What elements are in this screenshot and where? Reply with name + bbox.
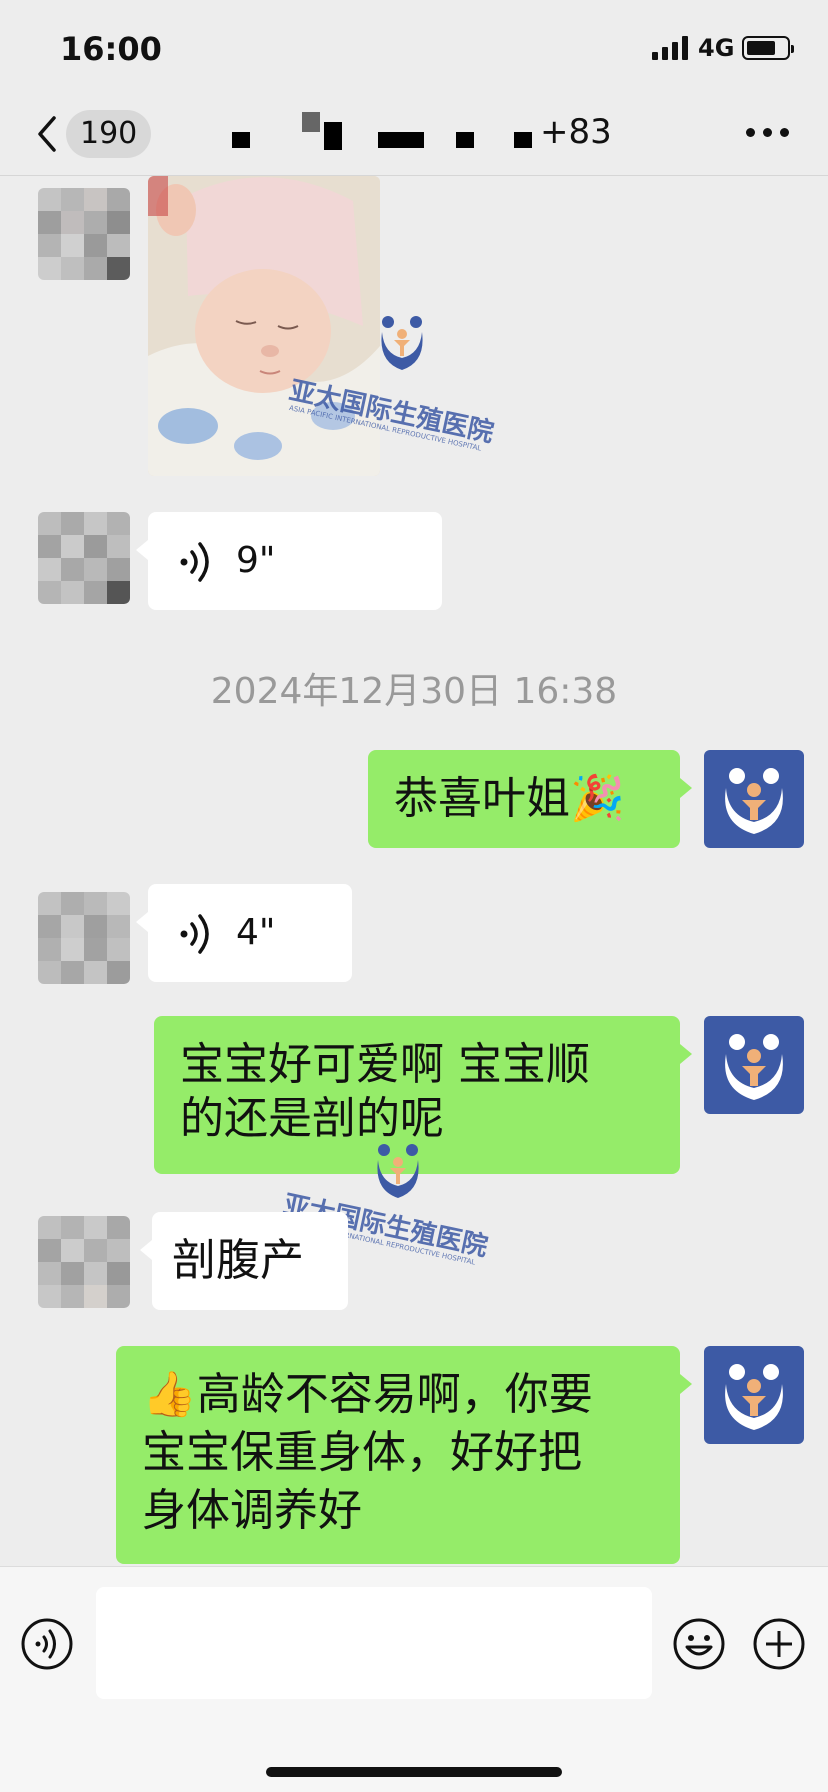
message-text: 剖腹产 bbox=[172, 1235, 304, 1286]
voice-mode-icon[interactable] bbox=[20, 1617, 74, 1671]
message-text-line: 身体调养好 bbox=[142, 1485, 362, 1536]
chat-header: 190 +83 bbox=[0, 100, 828, 176]
message-timestamp: 2024年12月30日 16:38 bbox=[210, 671, 618, 712]
baby-photo-image bbox=[148, 176, 380, 476]
sent-message[interactable]: 恭喜叶姐🎉 bbox=[368, 750, 692, 848]
more-dots-icon[interactable] bbox=[746, 128, 790, 140]
hospital-logo-icon bbox=[725, 1364, 783, 1430]
chevron-left-icon[interactable] bbox=[32, 114, 64, 154]
cellular-signal-icon bbox=[652, 36, 690, 60]
self-avatar[interactable] bbox=[704, 750, 804, 848]
voice-message[interactable]: 9" bbox=[136, 512, 442, 610]
self-avatar[interactable] bbox=[704, 1346, 804, 1444]
message-text-line: 宝宝保重身体，好好把 bbox=[142, 1427, 582, 1478]
chat-title-suffix: +83 bbox=[540, 112, 612, 152]
contact-avatar[interactable] bbox=[38, 892, 130, 984]
clock: 16:00 bbox=[60, 30, 162, 68]
message-text-line: 👍高龄不容易啊，你要 bbox=[142, 1369, 593, 1420]
emoji-icon[interactable] bbox=[672, 1617, 726, 1671]
received-message[interactable]: 剖腹产 bbox=[140, 1212, 348, 1310]
plus-icon[interactable] bbox=[752, 1617, 806, 1671]
message-text: 恭喜叶姐🎉 bbox=[394, 773, 625, 824]
contact-avatar[interactable] bbox=[38, 512, 130, 604]
voice-duration: 9" bbox=[236, 540, 276, 581]
network-type: 4G bbox=[698, 34, 735, 62]
status-bar: 16:00 4G bbox=[0, 0, 828, 100]
voice-wave-icon bbox=[180, 542, 209, 582]
self-avatar[interactable] bbox=[704, 1016, 804, 1114]
chat-title: +83 bbox=[222, 112, 622, 156]
baby-photo-message[interactable] bbox=[148, 176, 380, 476]
unread-count-badge[interactable]: 190 bbox=[66, 110, 152, 158]
voice-message[interactable]: 4" bbox=[136, 884, 352, 982]
home-indicator bbox=[266, 1767, 562, 1777]
message-text-line: 的还是剖的呢 bbox=[180, 1093, 444, 1144]
chat-screen: 16:00 4G 190 +83 亚太国际生殖医院 ASIA PACIFIC I… bbox=[0, 0, 828, 1792]
message-input[interactable] bbox=[96, 1587, 652, 1699]
voice-wave-icon bbox=[180, 914, 209, 954]
hospital-logo-icon bbox=[725, 1034, 783, 1100]
sent-message[interactable]: 👍高龄不容易啊，你要 宝宝保重身体，好好把 身体调养好 bbox=[116, 1346, 692, 1564]
battery-icon bbox=[742, 36, 794, 60]
input-bar bbox=[0, 1566, 828, 1792]
contact-avatar[interactable] bbox=[38, 1216, 130, 1308]
message-text-line: 宝宝好可爱啊 宝宝顺 bbox=[180, 1039, 590, 1090]
contact-avatar[interactable] bbox=[38, 188, 130, 280]
hospital-logo-icon bbox=[381, 316, 423, 370]
hospital-logo-icon bbox=[725, 768, 783, 834]
sent-message[interactable]: 宝宝好可爱啊 宝宝顺 的还是剖的呢 bbox=[154, 1016, 692, 1174]
voice-duration: 4" bbox=[236, 912, 276, 953]
